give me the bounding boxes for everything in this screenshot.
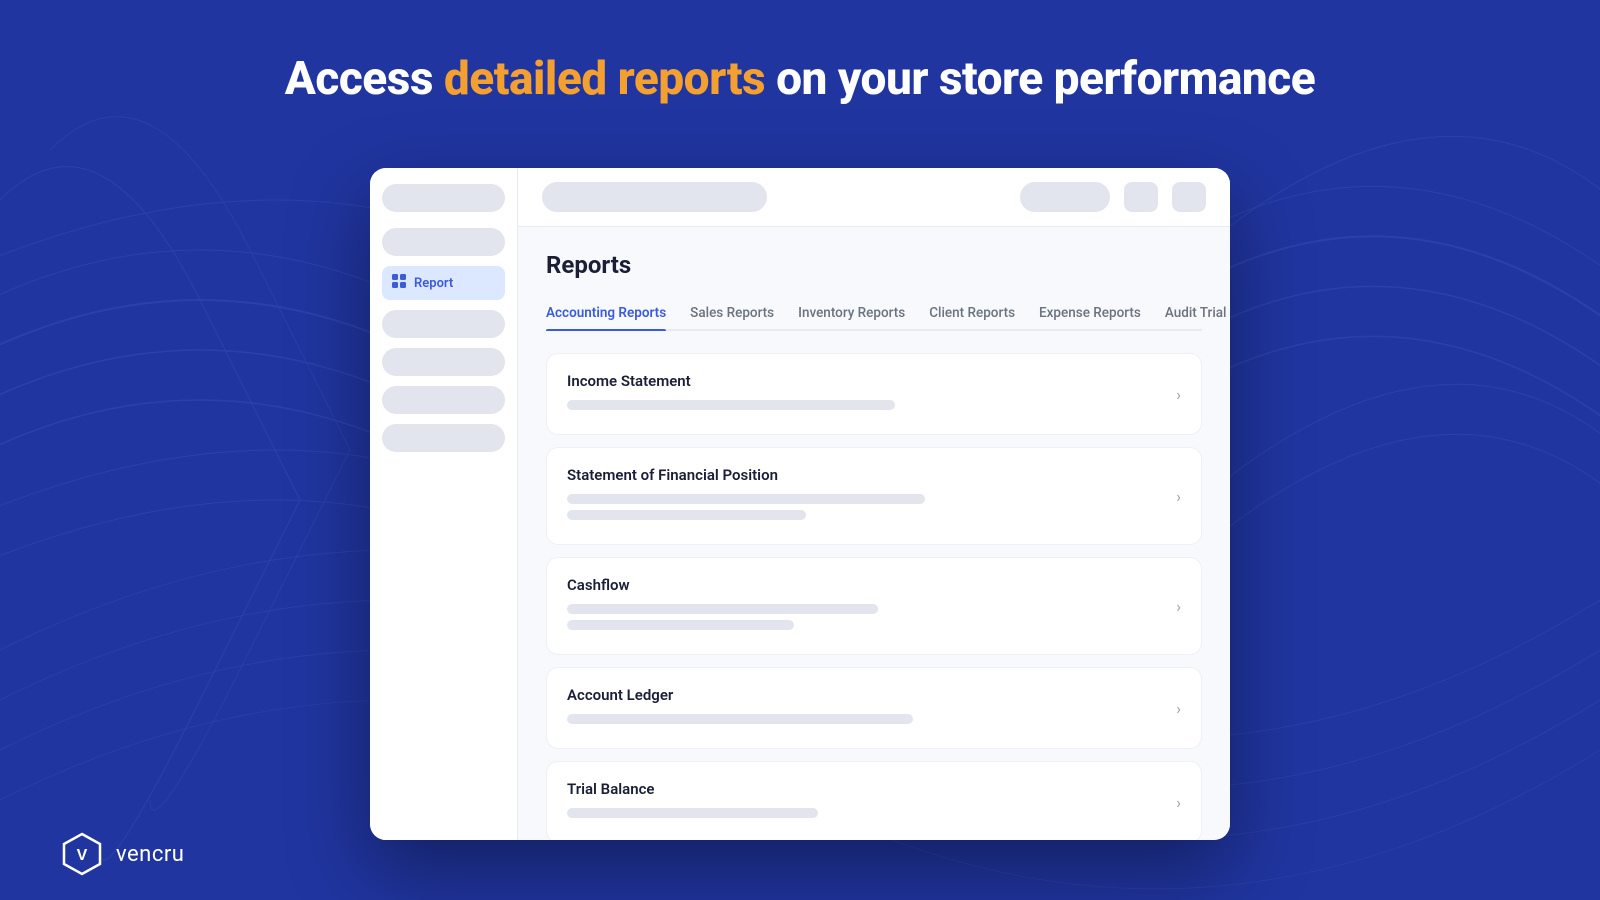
income-statement-title: Income Statement	[567, 372, 1164, 390]
ledger-chevron-icon: ›	[1176, 699, 1181, 718]
sidebar-skeleton-2	[382, 310, 505, 338]
trial-balance-title: Trial Balance	[567, 780, 1164, 798]
tab-client[interactable]: Client Reports	[929, 297, 1015, 329]
cashflow-chevron-icon: ›	[1176, 597, 1181, 616]
topbar-icon-1	[1124, 182, 1158, 212]
report-item-trial-content: Trial Balance	[567, 780, 1164, 824]
report-nav-label: Report	[414, 276, 453, 291]
report-item-ledger[interactable]: Account Ledger ›	[546, 667, 1202, 749]
reports-title: Reports	[546, 251, 1202, 279]
report-item-trial[interactable]: Trial Balance ›	[546, 761, 1202, 840]
hero-prefix: Access	[285, 52, 444, 106]
tab-inventory[interactable]: Inventory Reports	[798, 297, 905, 329]
financial-chevron-icon: ›	[1176, 487, 1181, 506]
cashflow-skeleton-2	[567, 620, 794, 630]
tab-audit[interactable]: Audit Trial	[1165, 297, 1227, 329]
hero-highlight: detailed reports	[444, 52, 765, 106]
report-item-cashflow[interactable]: Cashflow ›	[546, 557, 1202, 655]
sidebar-skeleton-3	[382, 348, 505, 376]
report-item-income-content: Income Statement	[567, 372, 1164, 416]
sidebar-skeleton-5	[382, 424, 505, 452]
income-chevron-icon: ›	[1176, 385, 1181, 404]
grid-icon	[392, 274, 406, 292]
hero-heading: Access detailed reports on your store pe…	[0, 52, 1600, 106]
topbar-icon-2	[1172, 182, 1206, 212]
tab-expense[interactable]: Expense Reports	[1039, 297, 1141, 329]
account-ledger-title: Account Ledger	[567, 686, 1164, 704]
sidebar-skeleton-1	[382, 228, 505, 256]
main-content: Reports Accounting Reports Sales Reports…	[518, 168, 1230, 840]
sidebar-top-skeleton	[382, 184, 505, 212]
vencru-brand-name: vencru	[116, 842, 184, 867]
trial-chevron-icon: ›	[1176, 793, 1181, 812]
reports-panel: Reports Accounting Reports Sales Reports…	[518, 227, 1230, 840]
sidebar: Report	[370, 168, 518, 840]
hero-suffix: on your store performance	[765, 52, 1315, 106]
report-item-cashflow-content: Cashflow	[567, 576, 1164, 636]
report-item-income[interactable]: Income Statement ›	[546, 353, 1202, 435]
reports-tabs: Accounting Reports Sales Reports Invento…	[546, 297, 1202, 331]
app-window: Report Reports Accounting Reports Sales …	[370, 168, 1230, 840]
sidebar-item-report[interactable]: Report	[382, 266, 505, 300]
financial-position-title: Statement of Financial Position	[567, 466, 1164, 484]
report-list: Income Statement › Statement of Financia…	[546, 353, 1202, 840]
trial-skeleton-1	[567, 808, 818, 818]
report-item-financial-content: Statement of Financial Position	[567, 466, 1164, 526]
report-item-financial[interactable]: Statement of Financial Position ›	[546, 447, 1202, 545]
tab-sales[interactable]: Sales Reports	[690, 297, 774, 329]
ledger-skeleton-1	[567, 714, 913, 724]
financial-skeleton-2	[567, 510, 806, 520]
vencru-logo: V vencru	[60, 832, 184, 876]
report-item-ledger-content: Account Ledger	[567, 686, 1164, 730]
tab-accounting[interactable]: Accounting Reports	[546, 297, 666, 329]
svg-text:V: V	[77, 847, 88, 864]
income-skeleton-1	[567, 400, 895, 410]
sidebar-skeleton-4	[382, 386, 505, 414]
topbar-button-skeleton	[1020, 182, 1110, 212]
vencru-hexagon-icon: V	[60, 832, 104, 876]
topbar-search-skeleton	[542, 182, 767, 212]
cashflow-title: Cashflow	[567, 576, 1164, 594]
financial-skeleton-1	[567, 494, 925, 504]
cashflow-skeleton-1	[567, 604, 878, 614]
top-bar	[518, 168, 1230, 227]
